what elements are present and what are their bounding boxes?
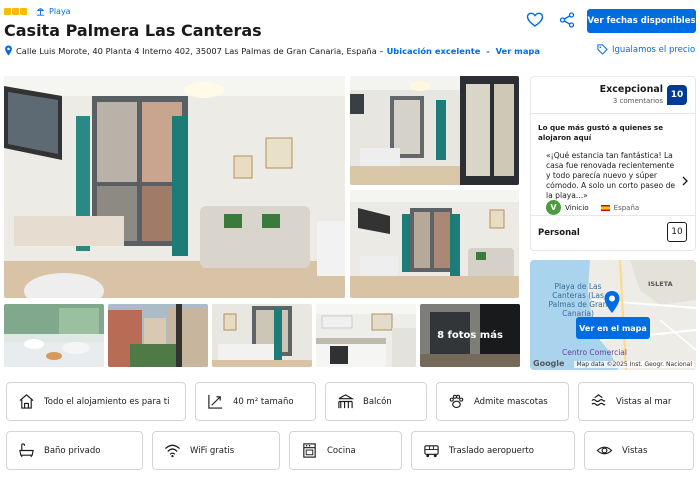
kitchen-photo (316, 304, 416, 367)
facility-view: Vistas (584, 431, 694, 470)
facility-label: Baño privado (44, 445, 101, 456)
sea-view-icon (591, 394, 606, 406)
score-badge: 10 (667, 85, 687, 105)
facility-label: Admite mascotas (474, 396, 548, 407)
facility-label: 40 m² tamaño (233, 396, 294, 407)
bedroom-photo (212, 304, 312, 367)
facility-sea-view: Vistas al mar (578, 382, 694, 421)
gallery-thumbnail[interactable] (212, 304, 312, 367)
wifi-icon (164, 444, 181, 458)
spain-flag-icon (600, 204, 610, 211)
gallery-photo[interactable] (350, 76, 519, 185)
map-label-beach: Playa de Las Canteras (Las Palmas de Gra… (548, 282, 608, 318)
chevron-right-icon[interactable] (681, 176, 689, 186)
map-marker-icon (604, 291, 620, 313)
facility-private-bathroom: Baño privado (6, 431, 143, 470)
star-icon (20, 8, 27, 15)
rating-header: Excepcional 3 comentarios 10 (600, 84, 687, 105)
facility-label: Traslado aeropuerto (449, 445, 534, 456)
map-preview[interactable]: Playa de Las Canteras (Las Palmas de Gra… (530, 260, 696, 370)
show-map-link[interactable]: Ver mapa (496, 46, 540, 56)
price-match-link[interactable]: Igualamos el precio (597, 44, 695, 55)
more-photos-tile[interactable]: 8 fotos más (420, 304, 520, 367)
star-icon (4, 8, 11, 15)
facility-pets: Admite mascotas (436, 382, 569, 421)
breakfast-photo (4, 304, 104, 367)
room-photo (350, 76, 519, 185)
avatar: V (546, 200, 561, 215)
facility-label: Vistas (622, 445, 648, 456)
facility-label: Vistas al mar (616, 396, 672, 407)
star-icon (12, 8, 19, 15)
guests-liked-heading: Lo que más gustó a quienes se alojaron a… (538, 123, 664, 142)
facility-airport-shuttle: Traslado aeropuerto (411, 431, 575, 470)
facility-wifi: WiFi gratis (152, 431, 280, 470)
paw-icon (449, 394, 464, 409)
bath-icon (19, 443, 34, 458)
save-heart-icon[interactable] (526, 11, 544, 29)
beach-badge: Playa (35, 6, 71, 17)
facility-size: 40 m² tamaño (195, 382, 316, 421)
divider (531, 215, 695, 216)
size-icon (208, 394, 223, 409)
price-tag-icon (597, 44, 608, 55)
star-rating (4, 8, 27, 15)
category-score: 10 (667, 222, 687, 242)
map-label-isleta: ISLETA (648, 280, 673, 288)
gallery-thumbnail[interactable] (316, 304, 416, 367)
show-on-map-button[interactable]: Ver en el mapa (576, 317, 650, 339)
divider (531, 113, 695, 114)
reviewer-name: Vinicio (565, 203, 589, 212)
room-photo (350, 190, 519, 298)
property-title: Casita Palmera Las Canteras (4, 21, 262, 40)
facility-label: Cocina (327, 445, 356, 456)
google-logo: Google (533, 359, 565, 368)
review-count: 3 comentarios (612, 97, 663, 105)
facility-label: WiFi gratis (190, 445, 235, 456)
address-text: Calle Luis Morote, 40 Planta 4 Interno 4… (16, 45, 384, 56)
gallery-thumbnail[interactable] (4, 304, 104, 367)
beach-icon (36, 8, 45, 16)
main-photo[interactable] (4, 76, 345, 298)
map-attribution: Map data ©2025 Inst. Geogr. Nacional (574, 361, 694, 368)
facility-entire-home: Todo el alojamiento es para ti (6, 382, 186, 421)
gallery-photo[interactable] (350, 190, 519, 298)
facility-label: Balcón (363, 396, 392, 407)
badge-label: Playa (49, 7, 71, 16)
street-view-photo (108, 304, 208, 367)
reviewer: V Vinicio España (546, 200, 639, 215)
address-separator: - (483, 45, 493, 56)
living-room-photo (4, 76, 345, 298)
see-availability-button[interactable]: Ver fechas disponibles (587, 9, 696, 33)
rating-word: Excepcional (599, 84, 663, 95)
facility-label: Todo el alojamiento es para ti (44, 396, 170, 407)
gallery-thumbnail[interactable] (108, 304, 208, 367)
house-icon (19, 394, 34, 409)
review-quote: «¡Qué estancia tan fantástica! La casa f… (546, 151, 676, 200)
eye-icon (596, 446, 613, 455)
facility-balcony: Balcón (325, 382, 427, 421)
category-label: Personal (538, 228, 580, 238)
share-icon[interactable] (558, 11, 576, 29)
address-line: Calle Luis Morote, 40 Planta 4 Interno 4… (4, 45, 540, 56)
price-match-label: Igualamos el precio (612, 44, 696, 55)
location-pin-icon (5, 45, 12, 56)
reviewer-country: España (613, 203, 640, 212)
shuttle-icon (424, 445, 439, 458)
facility-kitchen: Cocina (289, 431, 402, 470)
map-label-mall: Centro Comercial (562, 348, 627, 357)
more-photos-label: 8 fotos más (420, 304, 520, 367)
kitchen-icon (303, 443, 316, 458)
review-score-card[interactable]: Excepcional 3 comentarios 10 Lo que más … (530, 76, 696, 251)
balcony-icon (338, 394, 354, 409)
location-rating-link[interactable]: Ubicación excelente (387, 46, 481, 56)
